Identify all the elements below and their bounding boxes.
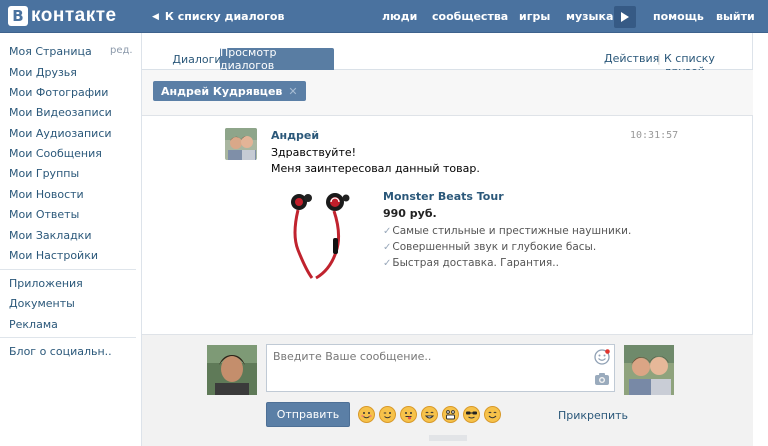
message-input[interactable] <box>266 344 615 392</box>
product-feature-text: Совершенный звук и глубокие басы. <box>392 241 597 253</box>
left-sidebar: Моя Страница ред. Мои Друзья Мои Фотогра… <box>0 33 141 446</box>
tab-view-dialogs[interactable]: Просмотр диалогов <box>220 46 334 72</box>
participant-chip[interactable]: Андрей Кудрявцев ✕ <box>153 81 306 101</box>
message-text-line: Меня заинтересовал данный товар. <box>271 162 480 175</box>
nav-people[interactable]: люди <box>382 10 417 23</box>
headphones-image <box>291 193 350 280</box>
back-link-label: К списку диалогов <box>164 10 285 23</box>
avatar[interactable] <box>225 128 257 160</box>
participant-chip-label: Андрей Кудрявцев <box>161 84 283 98</box>
avatar-photo <box>624 345 674 395</box>
nav-logout[interactable]: выйти <box>716 10 755 23</box>
product-image[interactable] <box>286 190 358 280</box>
message-text-line: Здравствуйте! <box>271 146 357 159</box>
main-content: Диалоги Просмотр диалогов Действия | К с… <box>141 33 753 446</box>
music-play-button[interactable] <box>614 6 636 28</box>
sidebar-item-audio[interactable]: Мои Аудиозаписи <box>9 127 112 140</box>
sidebar-item-news[interactable]: Мои Новости <box>9 188 84 201</box>
product-feature-text: Самые стильные и престижные наушники. <box>392 225 632 237</box>
message-composer: Отправить Прикрепить <box>142 334 753 446</box>
smile-icon-tongue[interactable] <box>400 406 417 423</box>
nav-help[interactable]: помощь <box>653 10 704 23</box>
smile-icon-laugh[interactable] <box>421 406 438 423</box>
play-icon <box>621 12 629 22</box>
link-divider: | <box>657 52 661 65</box>
product-feature: ✓ Совершенный звук и глубокие басы. <box>383 241 596 253</box>
product-feature: ✓ Быстрая доставка. Гарантия.. <box>383 257 559 269</box>
sidebar-item-photos[interactable]: Мои Фотографии <box>9 86 108 99</box>
sidebar-item-videos[interactable]: Мои Видеозаписи <box>9 106 112 119</box>
resize-grip-icon[interactable] <box>429 435 467 441</box>
camera-icon-graphic <box>595 373 609 385</box>
product-feature: ✓ Самые стильные и престижные наушники. <box>383 225 631 237</box>
sidebar-divider <box>0 337 136 338</box>
chevron-left-icon: ◀ <box>152 11 159 22</box>
sidebar-divider <box>0 269 136 270</box>
smiley-icon[interactable] <box>594 349 610 365</box>
avatar-photo <box>207 345 257 395</box>
smile-icon-cool[interactable] <box>463 406 480 423</box>
sidebar-item-messages[interactable]: Мои Сообщения <box>9 147 102 160</box>
product-title[interactable]: Monster Beats Tour <box>383 190 504 203</box>
send-button[interactable]: Отправить <box>266 402 350 427</box>
sidebar-item-friends[interactable]: Мои Друзья <box>9 66 77 79</box>
sidebar-item-documents[interactable]: Документы <box>9 297 75 310</box>
sidebar-item-bookmarks[interactable]: Мои Закладки <box>9 229 91 242</box>
product-feature-text: Быстрая доставка. Гарантия.. <box>392 257 559 269</box>
smile-icon-grin[interactable] <box>442 406 459 423</box>
logo-text: контакте <box>31 5 117 26</box>
sidebar-item-blog[interactable]: Блог о социальн.. <box>9 345 112 358</box>
tabs-bar: Диалоги Просмотр диалогов Действия | К с… <box>142 33 753 78</box>
sidebar-item-apps[interactable]: Приложения <box>9 277 83 290</box>
sidebar-item-ads[interactable]: Реклама <box>9 318 58 331</box>
close-icon[interactable]: ✕ <box>288 85 297 98</box>
smile-icon-wink[interactable] <box>379 406 396 423</box>
sidebar-item-my-page[interactable]: Моя Страница <box>9 45 92 58</box>
smile-icon-blush[interactable] <box>358 406 375 423</box>
nav-music[interactable]: музыка <box>566 10 613 23</box>
message-author[interactable]: Андрей <box>271 129 319 142</box>
my-avatar[interactable] <box>207 345 257 395</box>
top-bar: В контакте ◀ К списку диалогов люди сооб… <box>0 0 768 33</box>
camera-icon[interactable] <box>594 372 610 386</box>
smiley-icon-graphic <box>594 349 610 365</box>
vk-logo[interactable]: В контакте <box>8 5 117 27</box>
avatar-photo <box>225 128 257 160</box>
logo-mark: В <box>8 6 28 26</box>
message-time: 10:31:57 <box>630 130 679 141</box>
attach-link[interactable]: Прикрепить <box>558 409 628 422</box>
check-icon: ✓ <box>383 241 392 253</box>
back-to-dialogs-link[interactable]: ◀ К списку диалогов <box>152 10 284 23</box>
actions-link[interactable]: Действия <box>604 52 659 65</box>
nav-games[interactable]: игры <box>519 10 550 23</box>
sidebar-item-answers[interactable]: Мои Ответы <box>9 208 79 221</box>
check-icon: ✓ <box>383 257 392 269</box>
dialog-filter-area: Андрей Кудрявцев ✕ <box>142 70 753 116</box>
nav-communities[interactable]: сообщества <box>432 10 508 23</box>
recipient-avatar[interactable] <box>624 345 674 395</box>
smile-icon-happy[interactable] <box>484 406 501 423</box>
check-icon: ✓ <box>383 225 392 237</box>
edit-link[interactable]: ред. <box>110 45 133 56</box>
product-price: 990 руб. <box>383 207 437 220</box>
quick-smiles <box>358 406 501 423</box>
sidebar-item-settings[interactable]: Мои Настройки <box>9 249 98 262</box>
sidebar-item-groups[interactable]: Мои Группы <box>9 167 79 180</box>
